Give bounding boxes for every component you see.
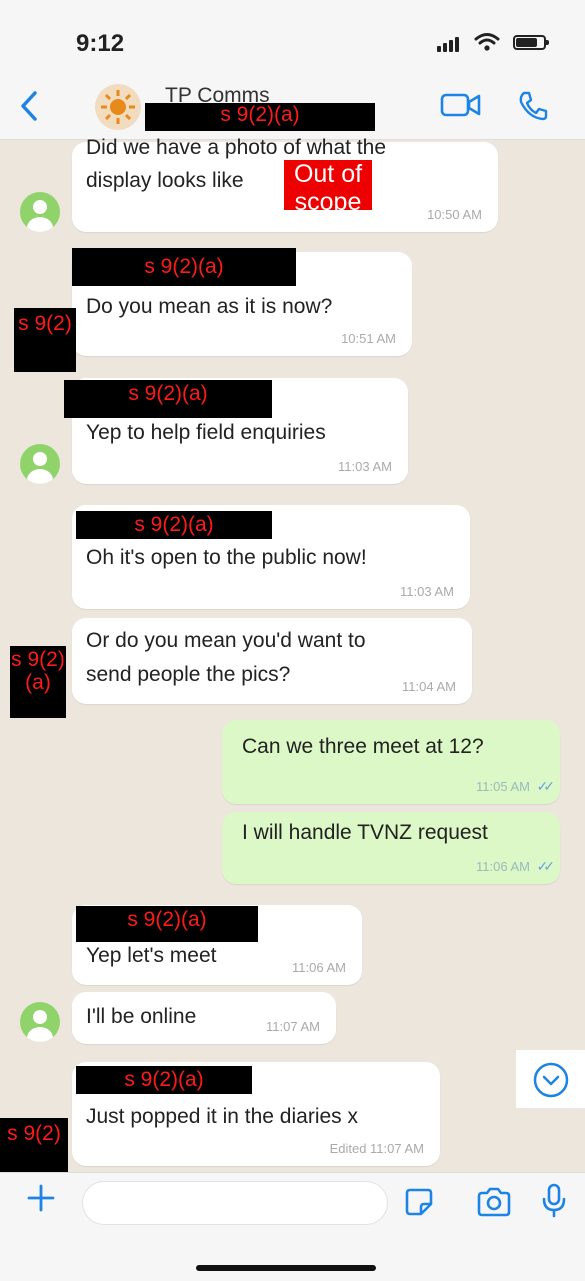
message-bubble-outgoing[interactable]: I will handle TVNZ request 11:06 AM ✓✓	[222, 812, 560, 884]
user-avatar[interactable]	[20, 1002, 60, 1042]
message-time: 11:03 AM	[400, 584, 454, 599]
message-text: Oh it's open to the public now!	[86, 546, 367, 569]
message-time: 11:05 AM	[476, 779, 530, 794]
microphone-icon[interactable]	[541, 1183, 567, 1219]
redaction-box: s 9(2)	[14, 308, 76, 372]
message-text: send people the pics?	[86, 663, 291, 686]
battery-icon	[513, 35, 549, 50]
message-text: Or do you mean you'd want to	[86, 629, 366, 652]
redaction-box: s 9(2)(a)	[72, 248, 296, 286]
redaction-box: s 9(2)(a)	[76, 511, 272, 539]
phone-icon[interactable]	[517, 90, 549, 122]
scroll-down-icon	[533, 1062, 569, 1098]
status-bar: 9:12	[0, 0, 585, 80]
read-receipt-icon: ✓✓	[536, 858, 556, 874]
message-text: Do you mean as it is now?	[86, 295, 333, 318]
message-time: Edited 11:07 AM	[329, 1141, 424, 1156]
signal-icon	[437, 34, 461, 52]
redaction-box: s 9(2)(a)	[76, 906, 258, 942]
message-time: 11:03 AM	[338, 459, 392, 474]
message-text: Can we three meet at 12?	[242, 735, 484, 758]
home-indicator[interactable]	[196, 1265, 376, 1271]
message-time: 11:04 AM	[402, 679, 456, 694]
message-text: I'll be online	[86, 1005, 197, 1028]
sun-icon	[101, 90, 135, 124]
message-text: Yep let's meet	[86, 944, 217, 967]
back-chevron-icon[interactable]	[18, 90, 40, 122]
plus-icon[interactable]	[26, 1183, 56, 1213]
message-text: Yep to help field enquiries	[86, 421, 326, 444]
message-time: 10:51 AM	[341, 331, 396, 346]
message-input-bar	[0, 1172, 585, 1281]
redaction-box: s 9(2)(a)	[64, 380, 272, 418]
user-avatar[interactable]	[20, 192, 60, 232]
camera-icon[interactable]	[476, 1187, 512, 1217]
wifi-icon	[474, 33, 500, 51]
message-bubble[interactable]: I'll be online 11:07 AM	[72, 992, 336, 1044]
message-text: Just popped it in the diaries x	[86, 1105, 358, 1128]
message-bubble-outgoing[interactable]: Can we three meet at 12? 11:05 AM ✓✓	[222, 720, 560, 804]
message-time: 11:06 AM	[292, 960, 346, 975]
status-time: 9:12	[76, 30, 125, 57]
redaction-box: s 9(2)(a)	[145, 103, 375, 131]
redaction-box: Out of scope	[284, 160, 372, 210]
redaction-box: s 9(2)(a)	[76, 1066, 252, 1094]
message-input[interactable]	[82, 1181, 388, 1225]
message-time: 10:50 AM	[427, 207, 482, 222]
message-time: 11:06 AM	[476, 859, 530, 874]
video-camera-icon[interactable]	[440, 92, 482, 118]
user-avatar[interactable]	[20, 444, 60, 484]
sticker-icon[interactable]	[404, 1187, 434, 1217]
redaction-box: s 9(2)	[0, 1118, 68, 1180]
message-text: I will handle TVNZ request	[242, 821, 488, 844]
group-avatar[interactable]	[95, 84, 141, 130]
redaction-box: s 9(2)(a)	[10, 646, 66, 718]
read-receipt-icon: ✓✓	[536, 778, 556, 794]
message-bubble[interactable]: Or do you mean you'd want to send people…	[72, 618, 472, 704]
scroll-down-button[interactable]	[516, 1050, 585, 1108]
message-time: 11:07 AM	[266, 1019, 320, 1034]
